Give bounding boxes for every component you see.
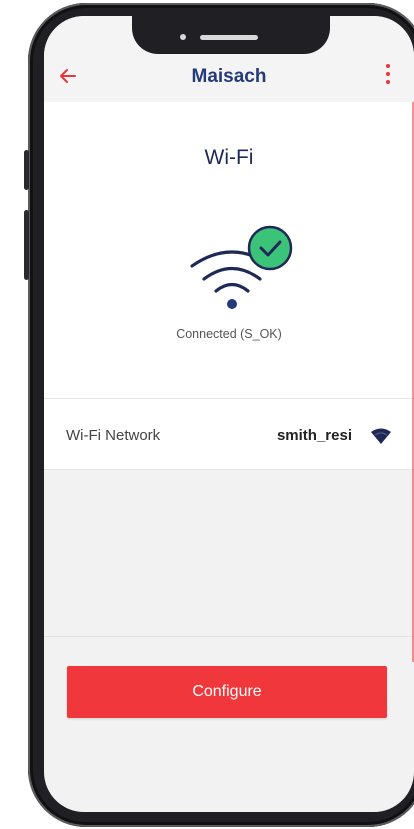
speaker-grille bbox=[200, 35, 258, 40]
wifi-status-panel: Wi-Fi Connected (S_OK) bbox=[44, 102, 414, 398]
more-vert-icon[interactable] bbox=[384, 64, 392, 90]
page-title: Maisach bbox=[191, 66, 267, 87]
phone-side-button bbox=[24, 210, 29, 280]
wifi-network-row[interactable]: Wi-Fi Network smith_resi bbox=[44, 398, 414, 470]
wifi-network-value: smith_resi bbox=[276, 427, 352, 444]
wifi-signal-icon bbox=[370, 427, 392, 445]
configure-button[interactable]: Configure bbox=[67, 666, 387, 718]
section-title: Wi-Fi bbox=[204, 146, 254, 169]
camera-icon bbox=[180, 34, 186, 40]
wifi-connected-icon bbox=[184, 224, 296, 310]
divider bbox=[44, 636, 414, 637]
phone-screen: Maisach Wi-Fi Connected (S_OK) Wi-Fi Net… bbox=[44, 16, 414, 812]
phone-side-button bbox=[24, 150, 29, 190]
wifi-network-label: Wi-Fi Network bbox=[66, 427, 161, 444]
phone-notch bbox=[132, 16, 330, 54]
connection-status-text: Connected (S_OK) bbox=[176, 327, 282, 341]
